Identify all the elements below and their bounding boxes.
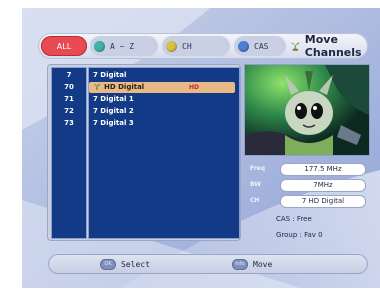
- channel-number[interactable]: 7: [52, 70, 86, 81]
- group-status: Group : Fav 0: [276, 231, 323, 239]
- tab-cas[interactable]: CAS: [234, 36, 286, 56]
- hint-bar: OK Select Info Move: [48, 254, 368, 274]
- blue-key-icon: [238, 40, 249, 52]
- freq-label: Freq: [250, 165, 266, 172]
- move-label: Move: [253, 259, 273, 269]
- hd-badge: HD: [189, 84, 200, 91]
- tab-a-z-label: A ~ Z: [110, 41, 135, 51]
- tab-a-z[interactable]: A ~ Z: [90, 36, 158, 56]
- tab-ch[interactable]: CH: [162, 36, 230, 56]
- tab-ch-label: CH: [182, 41, 192, 51]
- ok-key-icon: OK: [100, 258, 116, 270]
- channel-number[interactable]: 73: [52, 118, 86, 129]
- channel-number[interactable]: 71: [52, 94, 86, 105]
- bw-label: BW: [250, 181, 261, 188]
- channel-name: 7 Digital: [93, 71, 127, 79]
- bw-value: 7MHz: [280, 179, 366, 192]
- freq-value: 177.5 MHz: [280, 163, 366, 176]
- channel-row[interactable]: 7 Digital 2: [89, 106, 235, 117]
- tab-all[interactable]: ALL: [41, 36, 87, 56]
- ch-label: CH: [250, 197, 260, 204]
- channel-name: 7 Digital 1: [93, 95, 134, 103]
- select-hint[interactable]: OK Select: [100, 254, 150, 274]
- info-key-icon: Info: [232, 258, 248, 270]
- channel-row-selected[interactable]: HD Digital HD: [89, 82, 235, 93]
- channel-name-column: 7 Digital HD Digital HD 7 Digital 1 7 Di…: [88, 67, 240, 239]
- filter-bar: ALL A ~ Z CH CAS Move Channels: [38, 33, 368, 59]
- cas-status: CAS : Free: [276, 215, 312, 223]
- screen: ALL A ~ Z CH CAS Move Channels 7 70 71 7…: [0, 0, 380, 293]
- channel-number[interactable]: 72: [52, 106, 86, 117]
- channel-row[interactable]: 7 Digital 3: [89, 118, 235, 129]
- channel-info-panel: Freq 177.5 MHz BW 7MHz CH 7 HD Digital C…: [244, 157, 368, 245]
- ch-value: 7 HD Digital: [280, 195, 366, 208]
- yellow-key-icon: [166, 40, 177, 52]
- preview-image: [245, 65, 369, 155]
- move-hint[interactable]: Info Move: [232, 254, 272, 274]
- channel-row[interactable]: 7 Digital 1: [89, 94, 235, 105]
- channel-name: 7 Digital 2: [93, 107, 134, 115]
- channel-row[interactable]: 7 Digital: [89, 70, 235, 81]
- channel-number[interactable]: 70: [52, 82, 86, 93]
- tab-all-label: ALL: [56, 41, 72, 51]
- tab-cas-label: CAS: [254, 41, 269, 51]
- move-channels-icon: [291, 42, 300, 51]
- select-label: Select: [121, 259, 150, 269]
- menu-title-area: Move Channels: [290, 33, 368, 59]
- green-key-icon: [94, 40, 105, 52]
- menu-title: Move Channels: [304, 33, 362, 59]
- channel-number-column: 7 70 71 72 73: [51, 67, 87, 239]
- move-channel-icon: [94, 84, 100, 90]
- channel-name: HD Digital: [104, 83, 145, 91]
- channel-preview: [244, 64, 370, 156]
- channel-name: 7 Digital 3: [93, 119, 134, 127]
